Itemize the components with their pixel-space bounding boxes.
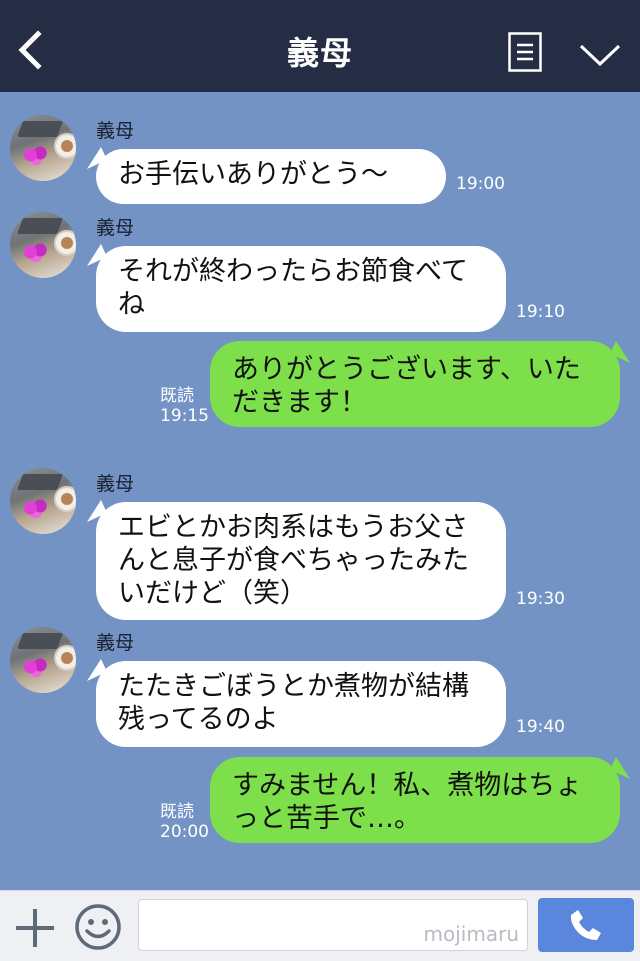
- read-label: 既読: [160, 386, 194, 406]
- menu-list-icon[interactable]: [508, 32, 542, 72]
- message-time: 20:00: [160, 822, 209, 842]
- message-time: 19:40: [516, 717, 565, 737]
- message-time: 19:00: [456, 174, 505, 194]
- smiley-icon[interactable]: [74, 903, 122, 951]
- read-label: 既読: [160, 802, 194, 822]
- watermark-text: mojimaru: [423, 922, 519, 946]
- avatar[interactable]: [10, 468, 76, 534]
- avatar[interactable]: [10, 115, 76, 181]
- phone-icon: [570, 910, 601, 940]
- sender-name: 義母: [96, 632, 135, 654]
- avatar[interactable]: [10, 212, 76, 278]
- chat-title: 義母: [286, 34, 353, 72]
- incoming-message-bubble[interactable]: それが終わったらお節食べてね: [96, 246, 506, 332]
- message-time: 19:30: [516, 589, 565, 609]
- incoming-message-bubble[interactable]: お手伝いありがとう〜: [96, 149, 446, 204]
- plus-icon[interactable]: [14, 907, 56, 949]
- incoming-message-bubble[interactable]: エビとかお肉系はもうお父さんと息子が食べちゃったみたいだけど（笑）: [96, 502, 506, 620]
- outgoing-message-bubble[interactable]: ありがとうございます、いただきます！: [210, 341, 620, 427]
- avatar[interactable]: [10, 627, 76, 693]
- chat-header: 義母: [0, 0, 640, 92]
- chevron-down-icon[interactable]: [578, 42, 622, 68]
- read-status: 既読 19:15: [160, 386, 209, 426]
- sender-name: 義母: [96, 473, 135, 495]
- message-input-bar: mojimaru: [0, 890, 640, 961]
- sender-name: 義母: [96, 120, 135, 142]
- message-input[interactable]: mojimaru: [138, 899, 528, 951]
- sender-name: 義母: [96, 217, 135, 239]
- outgoing-message-bubble[interactable]: すみません！私、煮物はちょっと苦手で…。: [210, 757, 620, 843]
- message-time: 19:15: [160, 406, 209, 426]
- incoming-message-bubble[interactable]: たたきごぼうとか煮物が結構残ってるのよ: [96, 661, 506, 747]
- call-button[interactable]: [538, 898, 634, 952]
- message-list[interactable]: 義母 お手伝いありがとう〜 19:00 義母 それが終わったらお節食べてね 19…: [0, 92, 640, 890]
- message-time: 19:10: [516, 302, 565, 322]
- read-status: 既読 20:00: [160, 802, 209, 842]
